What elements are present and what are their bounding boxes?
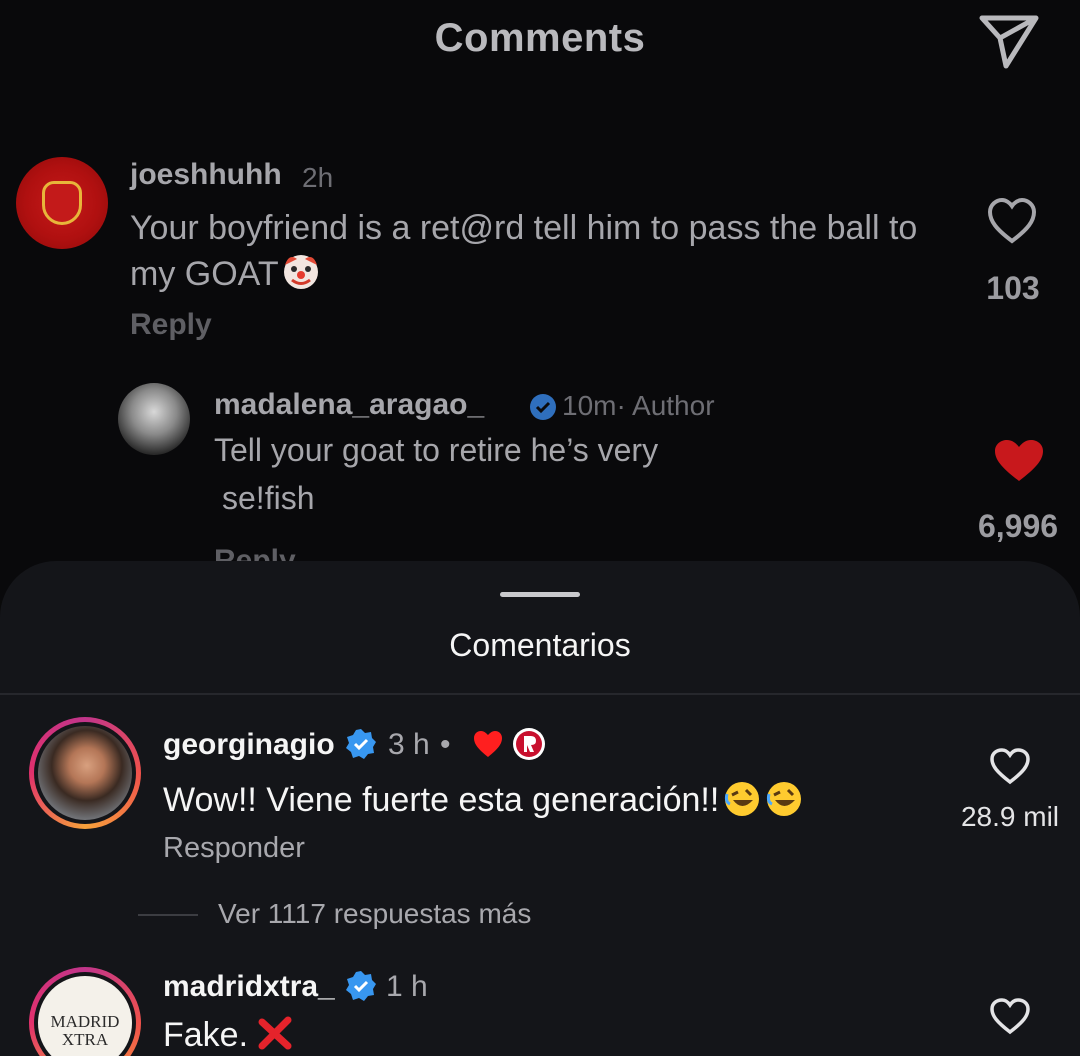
- like-count: 28.9 mil: [960, 801, 1060, 832]
- rolling-laughing-emoji-icon: [725, 782, 760, 816]
- verified-badge-icon: [346, 971, 376, 1001]
- avatar-logo-text: XTRA: [61, 1030, 109, 1049]
- comments-title: Comments: [434, 16, 646, 60]
- rolling-laughing-emoji-icon: [767, 782, 802, 816]
- reply-text-continued: se!fish: [222, 480, 315, 516]
- reply-button[interactable]: Reply: [130, 308, 212, 342]
- comment-text-body: Your boyfriend is a ret@rd tell him to p…: [130, 209, 918, 293]
- author-liked-heart-icon: [474, 731, 502, 757]
- avatar[interactable]: [118, 383, 190, 455]
- like-count: 6,996: [977, 508, 1059, 544]
- avatar[interactable]: [16, 157, 108, 249]
- comment-username[interactable]: madridxtra_: [163, 970, 335, 1004]
- view-more-replies-button[interactable]: Ver 1117 respuestas más: [218, 898, 531, 930]
- comment-time: 2h: [302, 162, 334, 193]
- verified-badge-icon: [530, 394, 556, 420]
- reply-meta: 10m· Author: [562, 390, 715, 421]
- divider: [0, 693, 1080, 695]
- heart-icon[interactable]: [989, 997, 1031, 1035]
- sheet-title: Comentarios: [449, 627, 631, 663]
- club-logo-icon: [513, 728, 545, 760]
- reply-text: Tell your goat to retire he’s very: [214, 432, 659, 468]
- comments-sheet: Comentarios georginagio 3 h • Wow!! Vien…: [0, 561, 1080, 1056]
- cross-mark-emoji-icon: [258, 1016, 292, 1050]
- reply-button[interactable]: Responder: [163, 832, 305, 865]
- like-count: 103: [986, 270, 1040, 306]
- clown-emoji-icon: [283, 255, 318, 289]
- comment-time: 1 h: [386, 970, 428, 1003]
- comment-time: 3 h: [388, 728, 430, 761]
- comment-text-body: Fake.: [163, 1016, 249, 1054]
- club-crest-icon: [42, 181, 82, 225]
- comment-text: Wow!! Viene fuerte esta generación!!: [163, 780, 803, 820]
- background-comments-panel: Comments joeshhuhh 2h Your boyfriend is …: [0, 0, 1080, 600]
- separator-dot: •: [440, 728, 451, 761]
- replies-line: [138, 914, 198, 916]
- heart-icon[interactable]: [986, 197, 1038, 245]
- send-icon[interactable]: [976, 10, 1042, 70]
- comment-text: Fake.: [163, 1014, 294, 1055]
- reply-username[interactable]: madalena_aragao_: [214, 388, 484, 422]
- drag-handle[interactable]: [500, 592, 580, 597]
- heart-icon[interactable]: [989, 747, 1031, 785]
- avatar[interactable]: [29, 717, 141, 829]
- comment-username[interactable]: joeshhuhh: [130, 158, 282, 192]
- comment-text: Your boyfriend is a ret@rd tell him to p…: [130, 206, 950, 297]
- avatar-logo-text: MADRID: [50, 1012, 120, 1031]
- avatar[interactable]: MADRID XTRA: [29, 967, 141, 1056]
- heart-filled-icon[interactable]: [992, 438, 1046, 484]
- verified-badge-icon: [346, 729, 376, 759]
- comment-username[interactable]: georginagio: [163, 728, 335, 762]
- comment-text-body: Wow!! Viene fuerte esta generación!!: [163, 781, 720, 819]
